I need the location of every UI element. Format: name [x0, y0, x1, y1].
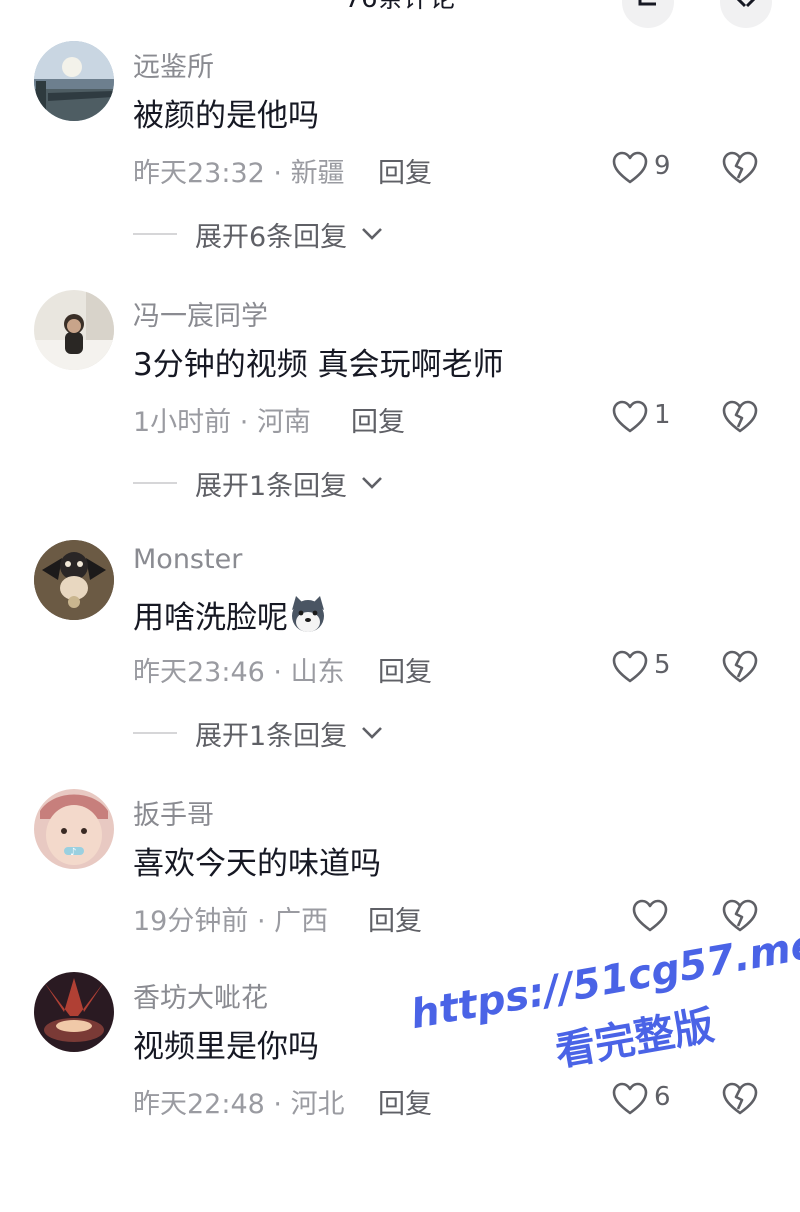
broken-heart-icon [722, 400, 758, 433]
dislike-button[interactable] [722, 1082, 758, 1120]
avatar[interactable] [34, 41, 114, 121]
like-count: 6 [654, 1082, 671, 1112]
comment-item: 远鉴所 被颜的是他吗 昨天23:32 · 新疆 回复 9 展开6条回复 [0, 41, 800, 281]
avatar[interactable] [34, 290, 114, 370]
reply-button[interactable]: 回复 [378, 650, 432, 689]
like-count: 9 [654, 151, 671, 181]
husky-emoji [288, 594, 328, 634]
comment-location: 广西 [274, 906, 329, 937]
comment-count-title: 76条评论 [0, 0, 800, 15]
reply-button[interactable]: 回复 [378, 151, 432, 190]
comment-meta: 1小时前 · 河南 [133, 407, 311, 438]
comment-meta: 昨天23:32 · 新疆 [133, 158, 345, 189]
dislike-button[interactable] [722, 650, 758, 688]
divider-line [133, 732, 177, 734]
username[interactable]: 香坊大呲花 [133, 976, 268, 1015]
comment-location: 河南 [256, 407, 311, 438]
username[interactable]: 冯一宸同学 [133, 294, 268, 333]
broken-heart-icon [722, 650, 758, 683]
comment-item: 冯一宸同学 3分钟的视频 真会玩啊老师 1小时前 · 河南 回复 1 展开1条回… [0, 290, 800, 530]
comment-time: 19分钟前 [133, 906, 249, 937]
comment-time: 昨天23:32 [133, 158, 265, 189]
expand-replies-label: 展开1条回复 [195, 721, 348, 752]
comment-text: 视频里是你吗 [133, 1029, 319, 1065]
avatar[interactable]: ♪ [34, 789, 114, 869]
heart-outline-icon [612, 400, 648, 433]
like-count: 5 [654, 650, 671, 680]
chevron-down-icon [362, 477, 382, 489]
chevron-down-icon [362, 228, 382, 240]
comment-location: 山东 [290, 657, 345, 688]
comment-location: 新疆 [290, 158, 345, 189]
comment-text-row: 用啥洗脸呢 [133, 594, 328, 639]
username[interactable]: 扳手哥 [133, 793, 214, 832]
comment-text: 被颜的是他吗 [133, 98, 319, 134]
avatar[interactable] [34, 972, 114, 1052]
username[interactable]: 远鉴所 [133, 45, 214, 84]
comment-time: 1小时前 [133, 407, 232, 438]
comment-text: 喜欢今天的味道吗 [133, 846, 381, 882]
divider-line [133, 482, 177, 484]
comment-meta: 19分钟前 · 广西 [133, 906, 329, 937]
dislike-button[interactable] [722, 400, 758, 438]
dislike-button[interactable] [722, 151, 758, 189]
like-count: 1 [654, 400, 671, 430]
comment-meta: 昨天23:46 · 山东 [133, 657, 345, 688]
avatar[interactable] [34, 540, 114, 620]
heart-outline-icon [612, 151, 648, 184]
username[interactable]: Monster [133, 544, 242, 575]
broken-heart-icon [722, 1082, 758, 1115]
expand-replies-label: 展开1条回复 [195, 471, 348, 502]
chevron-down-icon [362, 727, 382, 739]
reply-button[interactable]: 回复 [351, 400, 405, 439]
broken-heart-icon [722, 151, 758, 184]
close-icon [736, 0, 756, 8]
comment-text: 3分钟的视频 真会玩啊老师 [133, 347, 504, 383]
heart-outline-icon [612, 1082, 648, 1115]
close-button[interactable] [720, 0, 772, 28]
comment-meta: 昨天22:48 · 河北 [133, 1089, 345, 1120]
heart-outline-icon [612, 650, 648, 683]
comment-item: Monster 用啥洗脸呢 昨天23:46 · 山东 回复 5 展开1条回复 [0, 540, 800, 780]
comment-text: 用啥洗脸呢 [133, 600, 288, 636]
expand-replies-label: 展开6条回复 [195, 222, 348, 253]
expand-panel-button[interactable] [622, 0, 674, 28]
comment-time: 昨天23:46 [133, 657, 265, 688]
svg-text:♪: ♪ [70, 847, 76, 858]
comments-header: 76条评论 [0, 0, 800, 28]
divider-line [133, 233, 177, 235]
